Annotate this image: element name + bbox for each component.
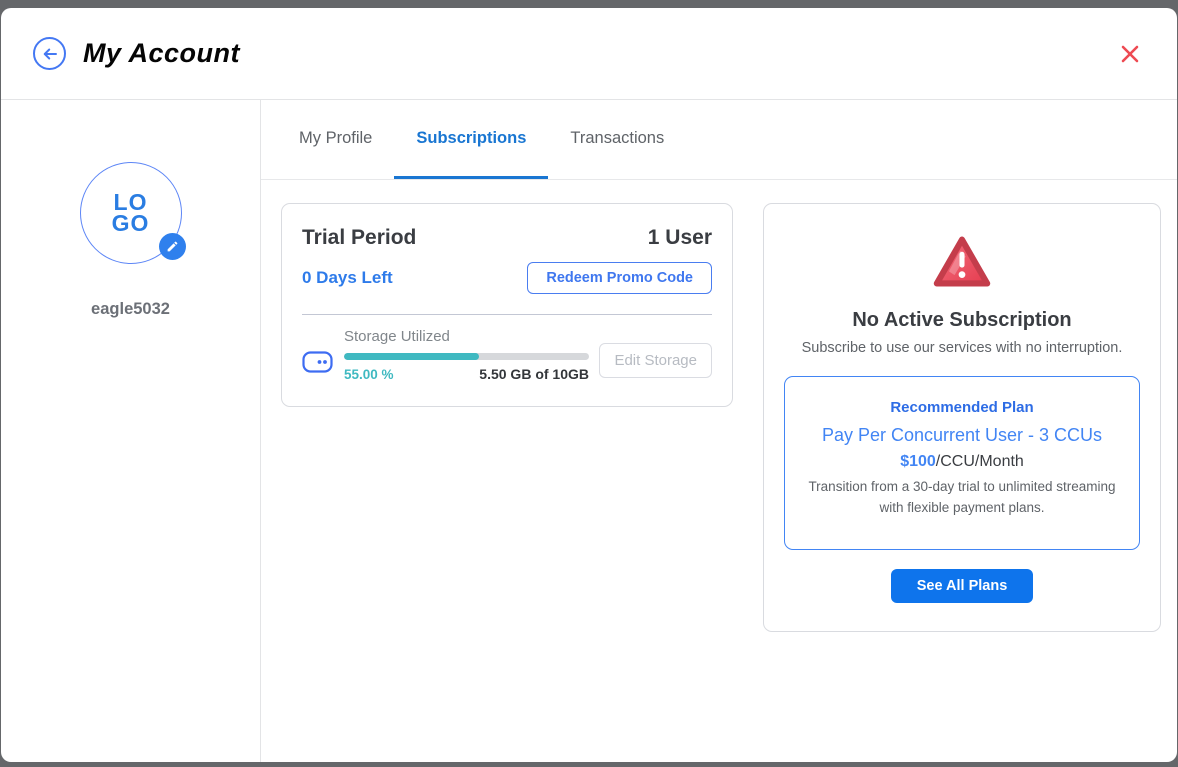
username-label: eagle5032 (91, 300, 170, 319)
pencil-icon (166, 240, 179, 253)
plan-description: Transition from a 30-day trial to unlimi… (799, 477, 1125, 519)
storage-usage-block: Storage Utilized 55.00 % 5.50 GB of 10GB (344, 328, 589, 382)
warning-triangle-icon (932, 234, 992, 290)
divider (302, 314, 712, 315)
redeem-promo-code-button[interactable]: Redeem Promo Code (527, 262, 712, 294)
storage-usage-label: 5.50 GB of 10GB (479, 366, 589, 382)
tab-my-profile[interactable]: My Profile (277, 100, 394, 179)
tab-transactions[interactable]: Transactions (548, 100, 686, 179)
recommended-plan-box: Recommended Plan Pay Per Concurrent User… (784, 376, 1140, 550)
edit-avatar-button[interactable] (159, 233, 186, 260)
plan-price: $100 (900, 453, 936, 470)
trial-period-card: Trial Period 1 User 0 Days Left Redeem P… (281, 203, 733, 407)
close-button[interactable] (1115, 39, 1145, 69)
dialog-header: My Account (1, 8, 1177, 100)
trial-card-row: 0 Days Left Redeem Promo Code (302, 262, 712, 294)
storage-drive-icon (302, 351, 333, 373)
tab-subscriptions[interactable]: Subscriptions (394, 100, 548, 179)
my-account-dialog: My Account LO GO (1, 8, 1177, 762)
trial-period-title: Trial Period (302, 226, 416, 250)
account-tabs: My Profile Subscriptions Transactions (261, 100, 1177, 180)
storage-progress-bar (344, 353, 589, 360)
storage-values-row: 55.00 % 5.50 GB of 10GB (344, 366, 589, 382)
page-title: My Account (83, 38, 240, 69)
edit-storage-button[interactable]: Edit Storage (599, 343, 712, 378)
see-all-plans-button[interactable]: See All Plans (891, 569, 1034, 603)
avatar-logo-text: GO (112, 213, 150, 234)
plan-name: Pay Per Concurrent User - 3 CCUs (799, 425, 1125, 446)
storage-utilized-label: Storage Utilized (344, 328, 589, 345)
main-content: My Profile Subscriptions Transactions Tr… (261, 100, 1177, 762)
plan-price-suffix: /CCU/Month (936, 453, 1024, 470)
no-subscription-card: No Active Subscription Subscribe to use … (763, 203, 1161, 632)
back-button[interactable] (33, 37, 66, 70)
subscriptions-panel: Trial Period 1 User 0 Days Left Redeem P… (261, 180, 1177, 632)
days-left-label: 0 Days Left (302, 268, 393, 288)
recommended-plan-heading: Recommended Plan (799, 399, 1125, 416)
dialog-body: LO GO eagle5032 My Profile Subscriptions (1, 100, 1177, 762)
trial-card-header: Trial Period 1 User (302, 226, 712, 250)
arrow-left-icon (41, 45, 59, 63)
storage-percent-label: 55.00 % (344, 367, 394, 382)
close-icon (1118, 42, 1142, 66)
user-count-label: 1 User (648, 226, 712, 250)
no-subscription-subtitle: Subscribe to use our services with no in… (784, 340, 1140, 356)
plan-price-line: $100/CCU/Month (799, 453, 1125, 471)
storage-progress-fill (344, 353, 479, 360)
profile-sidebar: LO GO eagle5032 (1, 100, 261, 762)
storage-section: Storage Utilized 55.00 % 5.50 GB of 10GB… (302, 328, 712, 382)
no-subscription-title: No Active Subscription (784, 309, 1140, 332)
avatar: LO GO (80, 162, 182, 264)
